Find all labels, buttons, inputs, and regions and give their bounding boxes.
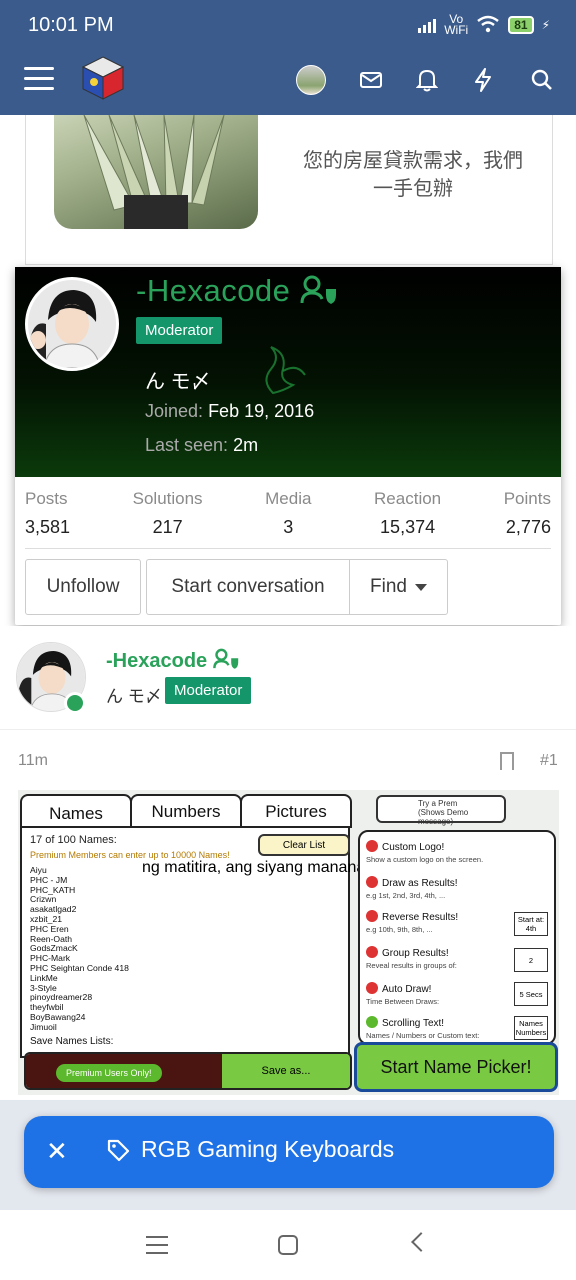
ad-card[interactable]: 您的房屋貸款需求，我們 一手包辦	[25, 115, 553, 265]
search-icon[interactable]	[527, 65, 557, 95]
option-custom-logo: Custom Logo! Show a custom logo on the sc…	[366, 840, 484, 864]
battery-icon: 81	[508, 16, 534, 34]
staff-user-icon	[212, 648, 238, 669]
secs-box: 5 Secs	[514, 982, 548, 1006]
app-header: 10:01 PM Vo WiFi 81 ⚡	[0, 0, 576, 115]
option-scrolling-text: Scrolling Text! Names / Numbers or Custom…	[366, 1016, 480, 1040]
profile-joined: Joined: Feb 19, 2016	[145, 401, 315, 421]
close-icon	[366, 840, 378, 852]
profile-signature: ん モ〆	[145, 371, 211, 393]
toast-label[interactable]: RGB Gaming Keyboards	[141, 1136, 394, 1163]
close-icon	[366, 876, 378, 888]
profile-actions: Unfollow Start conversation Find	[25, 559, 448, 615]
clear-list-button: Clear List	[258, 834, 350, 856]
bookmark-icon[interactable]	[500, 752, 514, 770]
option-draw-results: Draw as Results! e.g 1st, 2nd, 3rd, 4th, …	[366, 876, 458, 900]
caret-down-icon	[414, 583, 427, 591]
site-logo[interactable]	[80, 55, 126, 101]
online-status-icon	[64, 692, 86, 714]
option-group-results: Group Results! Reveal results in groups o…	[366, 946, 457, 970]
group-size-box: 2	[514, 948, 548, 972]
moderator-badge: Moderator	[165, 677, 252, 704]
profile-avatar[interactable]	[25, 277, 119, 371]
start-name-picker-button: Start Name Picker!	[354, 1042, 558, 1092]
names-numbers-box: Names Numbers	[514, 1016, 548, 1040]
staff-user-icon	[300, 275, 336, 304]
premium-only-pill: Premium Users Only!	[56, 1064, 162, 1082]
post-author-header: -Hexacode ん モ〆 Moderator	[0, 626, 576, 730]
member-tooltip: -Hexacode Moderator ん モ〆 Joined: Feb 19,…	[15, 267, 561, 625]
post-author-signature: ん モ〆	[106, 687, 162, 706]
status-icons: Vo WiFi 81 ⚡	[418, 12, 550, 37]
network-label: Vo WiFi	[444, 12, 469, 37]
unfollow-button[interactable]: Unfollow	[25, 559, 141, 615]
inbox-icon[interactable]	[356, 65, 386, 95]
stat-points[interactable]: Points 2,776	[504, 489, 551, 538]
close-icon	[366, 910, 378, 922]
stat-reaction[interactable]: Reaction 15,374	[374, 489, 441, 538]
user-avatar-icon[interactable]	[296, 65, 326, 95]
stat-solutions[interactable]: Solutions 217	[133, 489, 203, 538]
stat-media[interactable]: Media 3	[265, 489, 311, 538]
try-premium-box: Try a Prem (Shows Demo message)	[376, 795, 506, 826]
tag-icon	[106, 1138, 130, 1162]
post-author-name[interactable]: -Hexacode	[106, 648, 241, 673]
post-meta: 11m #1	[0, 730, 576, 788]
tab-pictures: Pictures	[240, 794, 352, 828]
profile-stats: Posts 3,581 Solutions 217 Media 3 Reaction 1…	[25, 489, 551, 549]
ad-text: 您的房屋貸款需求，我們 一手包辦	[303, 150, 523, 200]
check-icon	[366, 1016, 378, 1028]
stat-posts[interactable]: Posts 3,581	[25, 489, 70, 538]
tab-numbers: Numbers	[130, 794, 242, 828]
names-count: 17 of 100 Names:	[30, 834, 117, 846]
status-time: 10:01 PM	[28, 14, 114, 36]
moderator-badge: Moderator	[136, 317, 223, 344]
overlay-caption: ng matitira, ang siyang mananaloAr	[142, 859, 394, 876]
names-list: Aiyu PHC - JM PHC_KATH Crizwn asakatlgad2 xzb…	[30, 865, 129, 1032]
recent-apps-icon[interactable]	[146, 1236, 168, 1254]
home-icon[interactable]	[278, 1235, 298, 1255]
save-bar: Premium Users Only! Save as...	[24, 1052, 352, 1090]
post-time[interactable]: 11m	[18, 752, 48, 770]
post-number[interactable]: #1	[540, 752, 558, 770]
system-nav-bar	[0, 1210, 576, 1280]
bell-icon[interactable]	[412, 65, 442, 95]
save-lists-label: Save Names Lists:	[30, 1036, 114, 1047]
profile-username[interactable]: -Hexacode	[136, 273, 340, 309]
back-icon[interactable]	[411, 1232, 431, 1252]
option-reverse-results: Reverse Results! e.g 10th, 9th, 8th, ...	[366, 910, 459, 934]
start-at-box: Start at: 4th	[514, 912, 548, 936]
post-image[interactable]: Names Numbers Pictures Try a Prem (Shows …	[18, 790, 559, 1095]
bolt-icon[interactable]	[468, 65, 498, 95]
wifi-icon	[476, 15, 500, 36]
nav-bar	[0, 55, 576, 105]
promo-toast[interactable]: ✕ RGB Gaming Keyboards	[24, 1116, 554, 1188]
save-as-button: Save as...	[222, 1054, 350, 1088]
charging-icon: ⚡	[541, 18, 550, 32]
start-conversation-button[interactable]: Start conversation	[146, 559, 349, 615]
razer-logo-icon	[265, 346, 306, 395]
signal-icon	[418, 17, 437, 33]
option-auto-draw: Auto Draw! Time Between Draws:	[366, 982, 440, 1006]
ad-image	[54, 115, 258, 229]
close-icon	[366, 982, 378, 994]
close-icon[interactable]: ✕	[46, 1136, 68, 1167]
close-icon	[366, 946, 378, 958]
options-panel: Custom Logo! Show a custom logo on the sc…	[358, 830, 556, 1045]
menu-icon[interactable]	[24, 67, 54, 91]
profile-last-seen: Last seen: 2m	[145, 435, 259, 455]
find-dropdown-button[interactable]: Find	[349, 559, 448, 615]
